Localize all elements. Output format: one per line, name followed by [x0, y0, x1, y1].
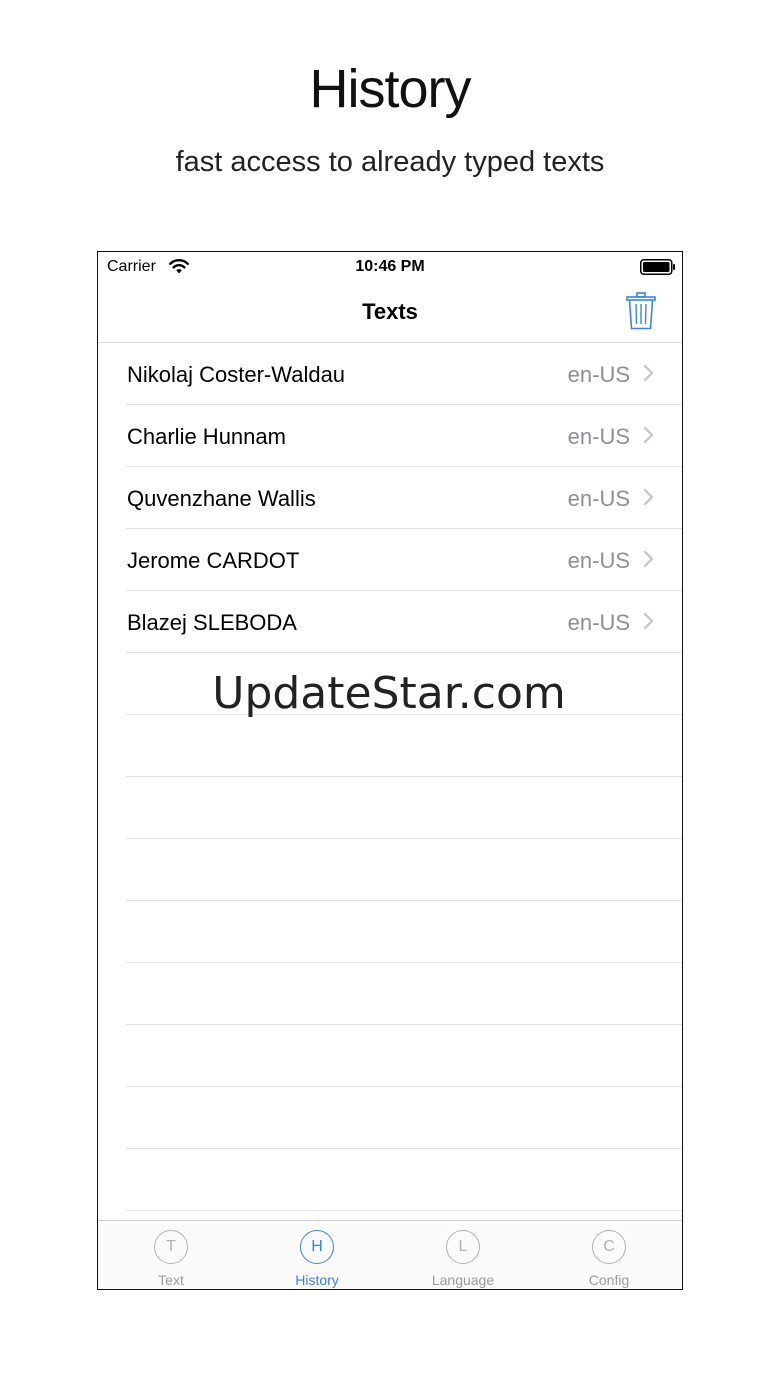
- chevron-right-icon: [643, 364, 654, 382]
- watermark: UpdateStar.com: [212, 668, 566, 719]
- empty-row: [126, 963, 682, 1025]
- nav-title: Texts: [362, 299, 418, 324]
- list-item[interactable]: Quvenzhane Wallis en-US: [126, 467, 682, 529]
- navigation-bar: Texts: [98, 282, 682, 343]
- tab-config[interactable]: C Config: [536, 1221, 682, 1289]
- history-item-language: en-US: [567, 424, 630, 449]
- empty-row: [126, 1025, 682, 1087]
- list-item[interactable]: Nikolaj Coster-Waldau en-US: [126, 343, 682, 405]
- chevron-right-icon: [643, 612, 654, 630]
- chevron-right-icon: [643, 488, 654, 506]
- tab-label: Language: [431, 1272, 495, 1288]
- tab-label: Config: [588, 1272, 630, 1288]
- history-item-text: Jerome CARDOT: [127, 548, 300, 573]
- status-bar: Carrier 10:46 PM: [98, 252, 682, 282]
- chevron-right-icon: [643, 550, 654, 568]
- tab-label: Text: [158, 1272, 184, 1288]
- tab-bar: T Text H History L Language C Config: [98, 1220, 682, 1289]
- trash-icon[interactable]: [626, 292, 656, 330]
- history-list: Nikolaj Coster-Waldau en-US Charlie Hunn…: [98, 343, 682, 1211]
- history-item-text: Nikolaj Coster-Waldau: [127, 362, 346, 387]
- history-item-language: en-US: [567, 548, 630, 573]
- empty-row: [126, 901, 682, 963]
- language-tab-icon: L: [446, 1230, 480, 1264]
- text-tab-icon: T: [154, 1230, 188, 1264]
- tab-history[interactable]: H History: [244, 1221, 390, 1289]
- list-item[interactable]: Blazej SLEBODA en-US: [126, 591, 682, 653]
- history-item-text: Quvenzhane Wallis: [127, 486, 316, 511]
- history-item-language: en-US: [567, 486, 630, 511]
- promo-subtitle: fast access to already typed texts: [175, 146, 605, 178]
- config-tab-icon: C: [592, 1230, 626, 1264]
- chevron-right-icon: [643, 426, 654, 444]
- tab-label: History: [295, 1272, 339, 1288]
- tab-language[interactable]: L Language: [390, 1221, 536, 1289]
- empty-row: [126, 1087, 682, 1149]
- history-item-language: en-US: [567, 362, 630, 387]
- list-item[interactable]: Jerome CARDOT en-US: [126, 529, 682, 591]
- list-item[interactable]: Charlie Hunnam en-US: [126, 405, 682, 467]
- empty-row: [126, 839, 682, 901]
- history-item-language: en-US: [567, 610, 630, 635]
- promo-title: History: [309, 59, 471, 119]
- empty-row: [126, 715, 682, 777]
- phone-screen: Carrier 10:46 PM Texts Nikolaj Coster-Wa…: [97, 251, 683, 1290]
- history-item-text: Charlie Hunnam: [127, 424, 286, 449]
- empty-row: [126, 777, 682, 839]
- status-time: 10:46 PM: [355, 258, 425, 275]
- tab-text[interactable]: T Text: [98, 1221, 244, 1289]
- history-tab-icon: H: [300, 1230, 334, 1264]
- history-item-text: Blazej SLEBODA: [127, 610, 297, 635]
- battery-full-icon: [640, 259, 675, 275]
- empty-row: [126, 1149, 682, 1211]
